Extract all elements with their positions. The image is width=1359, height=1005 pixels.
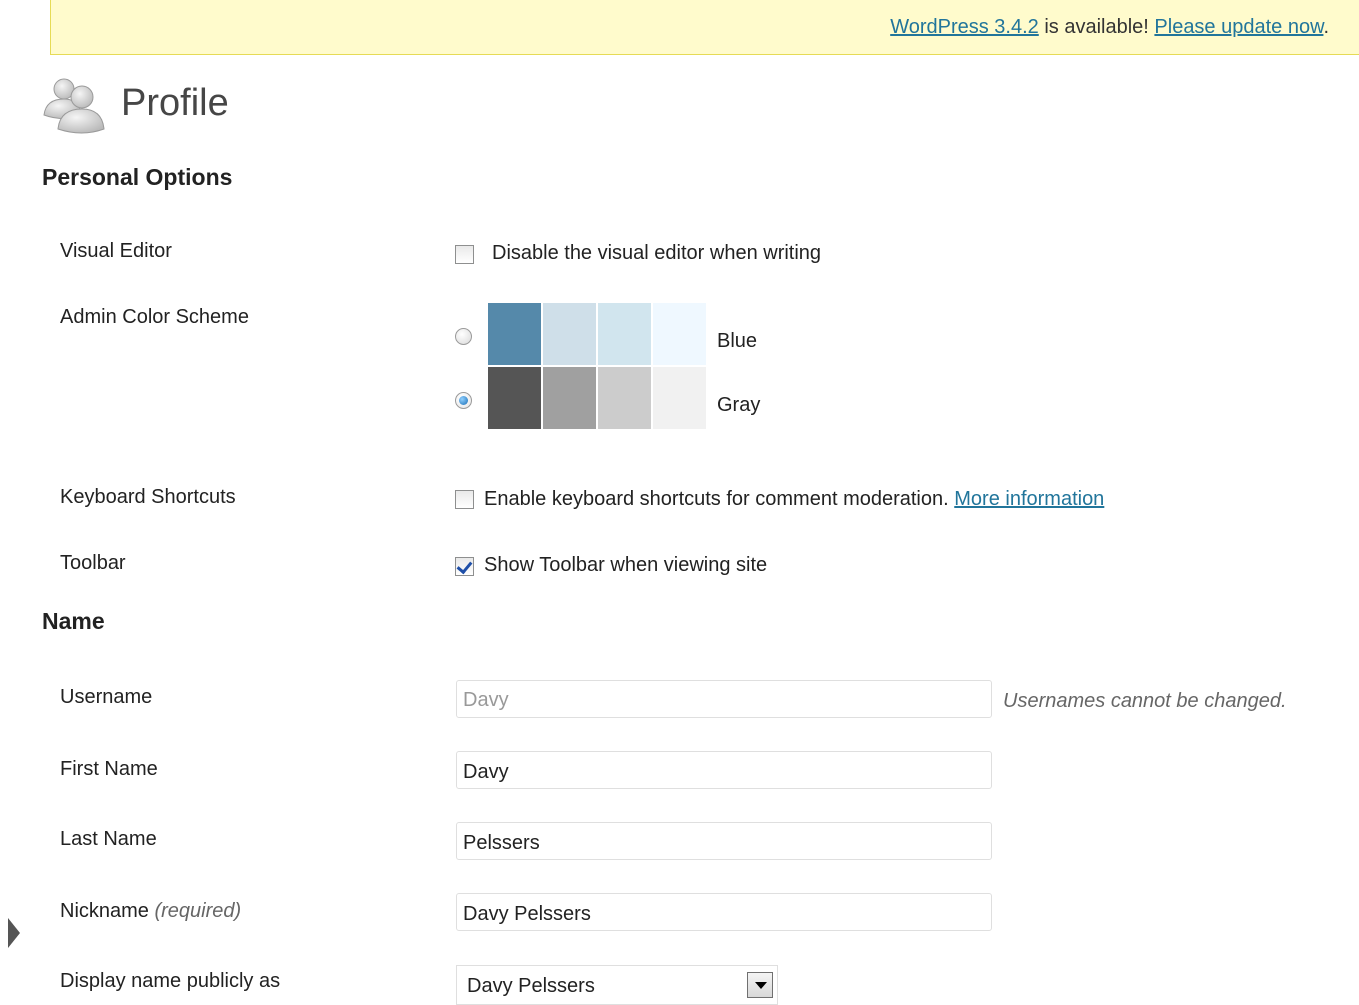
chevron-down-icon[interactable] xyxy=(747,972,773,998)
nickname-label-text: Nickname xyxy=(60,900,149,922)
visual-editor-label: Visual Editor xyxy=(60,240,172,262)
users-icon xyxy=(43,78,105,134)
notice-middle-text: is available! xyxy=(1038,16,1155,38)
keyboard-shortcuts-checkbox[interactable] xyxy=(455,490,474,509)
required-indicator: (required) xyxy=(154,900,242,922)
username-field: Davy xyxy=(456,680,992,718)
gray-swatch-4 xyxy=(653,367,706,429)
disable-visual-editor-checkbox[interactable] xyxy=(455,245,474,264)
color-scheme-blue-radio[interactable] xyxy=(455,328,472,345)
last-name-field[interactable]: Pelssers xyxy=(456,822,992,860)
first-name-field[interactable]: Davy xyxy=(456,751,992,789)
gray-swatch-2 xyxy=(543,367,596,429)
keyboard-shortcuts-description: Enable keyboard shortcuts for comment mo… xyxy=(484,488,949,510)
blue-swatch-3 xyxy=(598,303,651,365)
blue-swatch-2 xyxy=(543,303,596,365)
color-scheme-blue-label[interactable]: Blue xyxy=(717,330,757,353)
name-heading: Name xyxy=(42,608,105,634)
color-scheme-gray-radio[interactable] xyxy=(455,392,472,409)
wordpress-version-link[interactable]: WordPress 3.4.2 xyxy=(890,16,1039,38)
update-notice: WordPress 3.4.2 is available! Please upd… xyxy=(50,0,1359,55)
update-now-link[interactable]: Please update now xyxy=(1154,16,1323,38)
keyboard-shortcuts-text: Enable keyboard shortcuts for comment mo… xyxy=(484,488,1104,511)
color-scheme-blue-swatches[interactable] xyxy=(488,303,706,365)
admin-color-scheme-label: Admin Color Scheme xyxy=(60,306,249,328)
notice-end-text: . xyxy=(1323,16,1329,38)
nickname-field[interactable]: Davy Pelssers xyxy=(456,893,992,931)
keyboard-shortcuts-label: Keyboard Shortcuts xyxy=(60,486,236,508)
show-toolbar-checkbox[interactable] xyxy=(455,557,474,576)
nickname-label: Nickname (required) xyxy=(60,900,241,923)
disable-visual-editor-text: Disable the visual editor when writing xyxy=(492,242,822,264)
username-hint: Usernames cannot be changed. xyxy=(1003,690,1287,712)
last-name-label: Last Name xyxy=(60,828,157,850)
collapse-menu-arrow-icon[interactable] xyxy=(8,918,20,948)
page-title: Profile xyxy=(121,82,229,124)
display-name-selected-value: Davy Pelssers xyxy=(467,975,595,997)
personal-options-heading: Personal Options xyxy=(42,164,233,190)
blue-swatch-4 xyxy=(653,303,706,365)
gray-swatch-3 xyxy=(598,367,651,429)
more-information-link[interactable]: More information xyxy=(954,488,1104,510)
username-label: Username xyxy=(60,686,153,708)
update-notice-text: WordPress 3.4.2 is available! Please upd… xyxy=(890,16,1329,39)
display-name-select[interactable]: Davy Pelssers xyxy=(456,965,778,1005)
blue-swatch-1 xyxy=(488,303,541,365)
show-toolbar-text: Show Toolbar when viewing site xyxy=(484,554,768,576)
gray-swatch-1 xyxy=(488,367,541,429)
color-scheme-gray-swatches[interactable] xyxy=(488,367,706,429)
first-name-label: First Name xyxy=(60,758,158,780)
color-scheme-gray-label[interactable]: Gray xyxy=(717,394,760,417)
toolbar-label: Toolbar xyxy=(60,552,126,574)
display-name-label: Display name publicly as xyxy=(60,970,281,992)
